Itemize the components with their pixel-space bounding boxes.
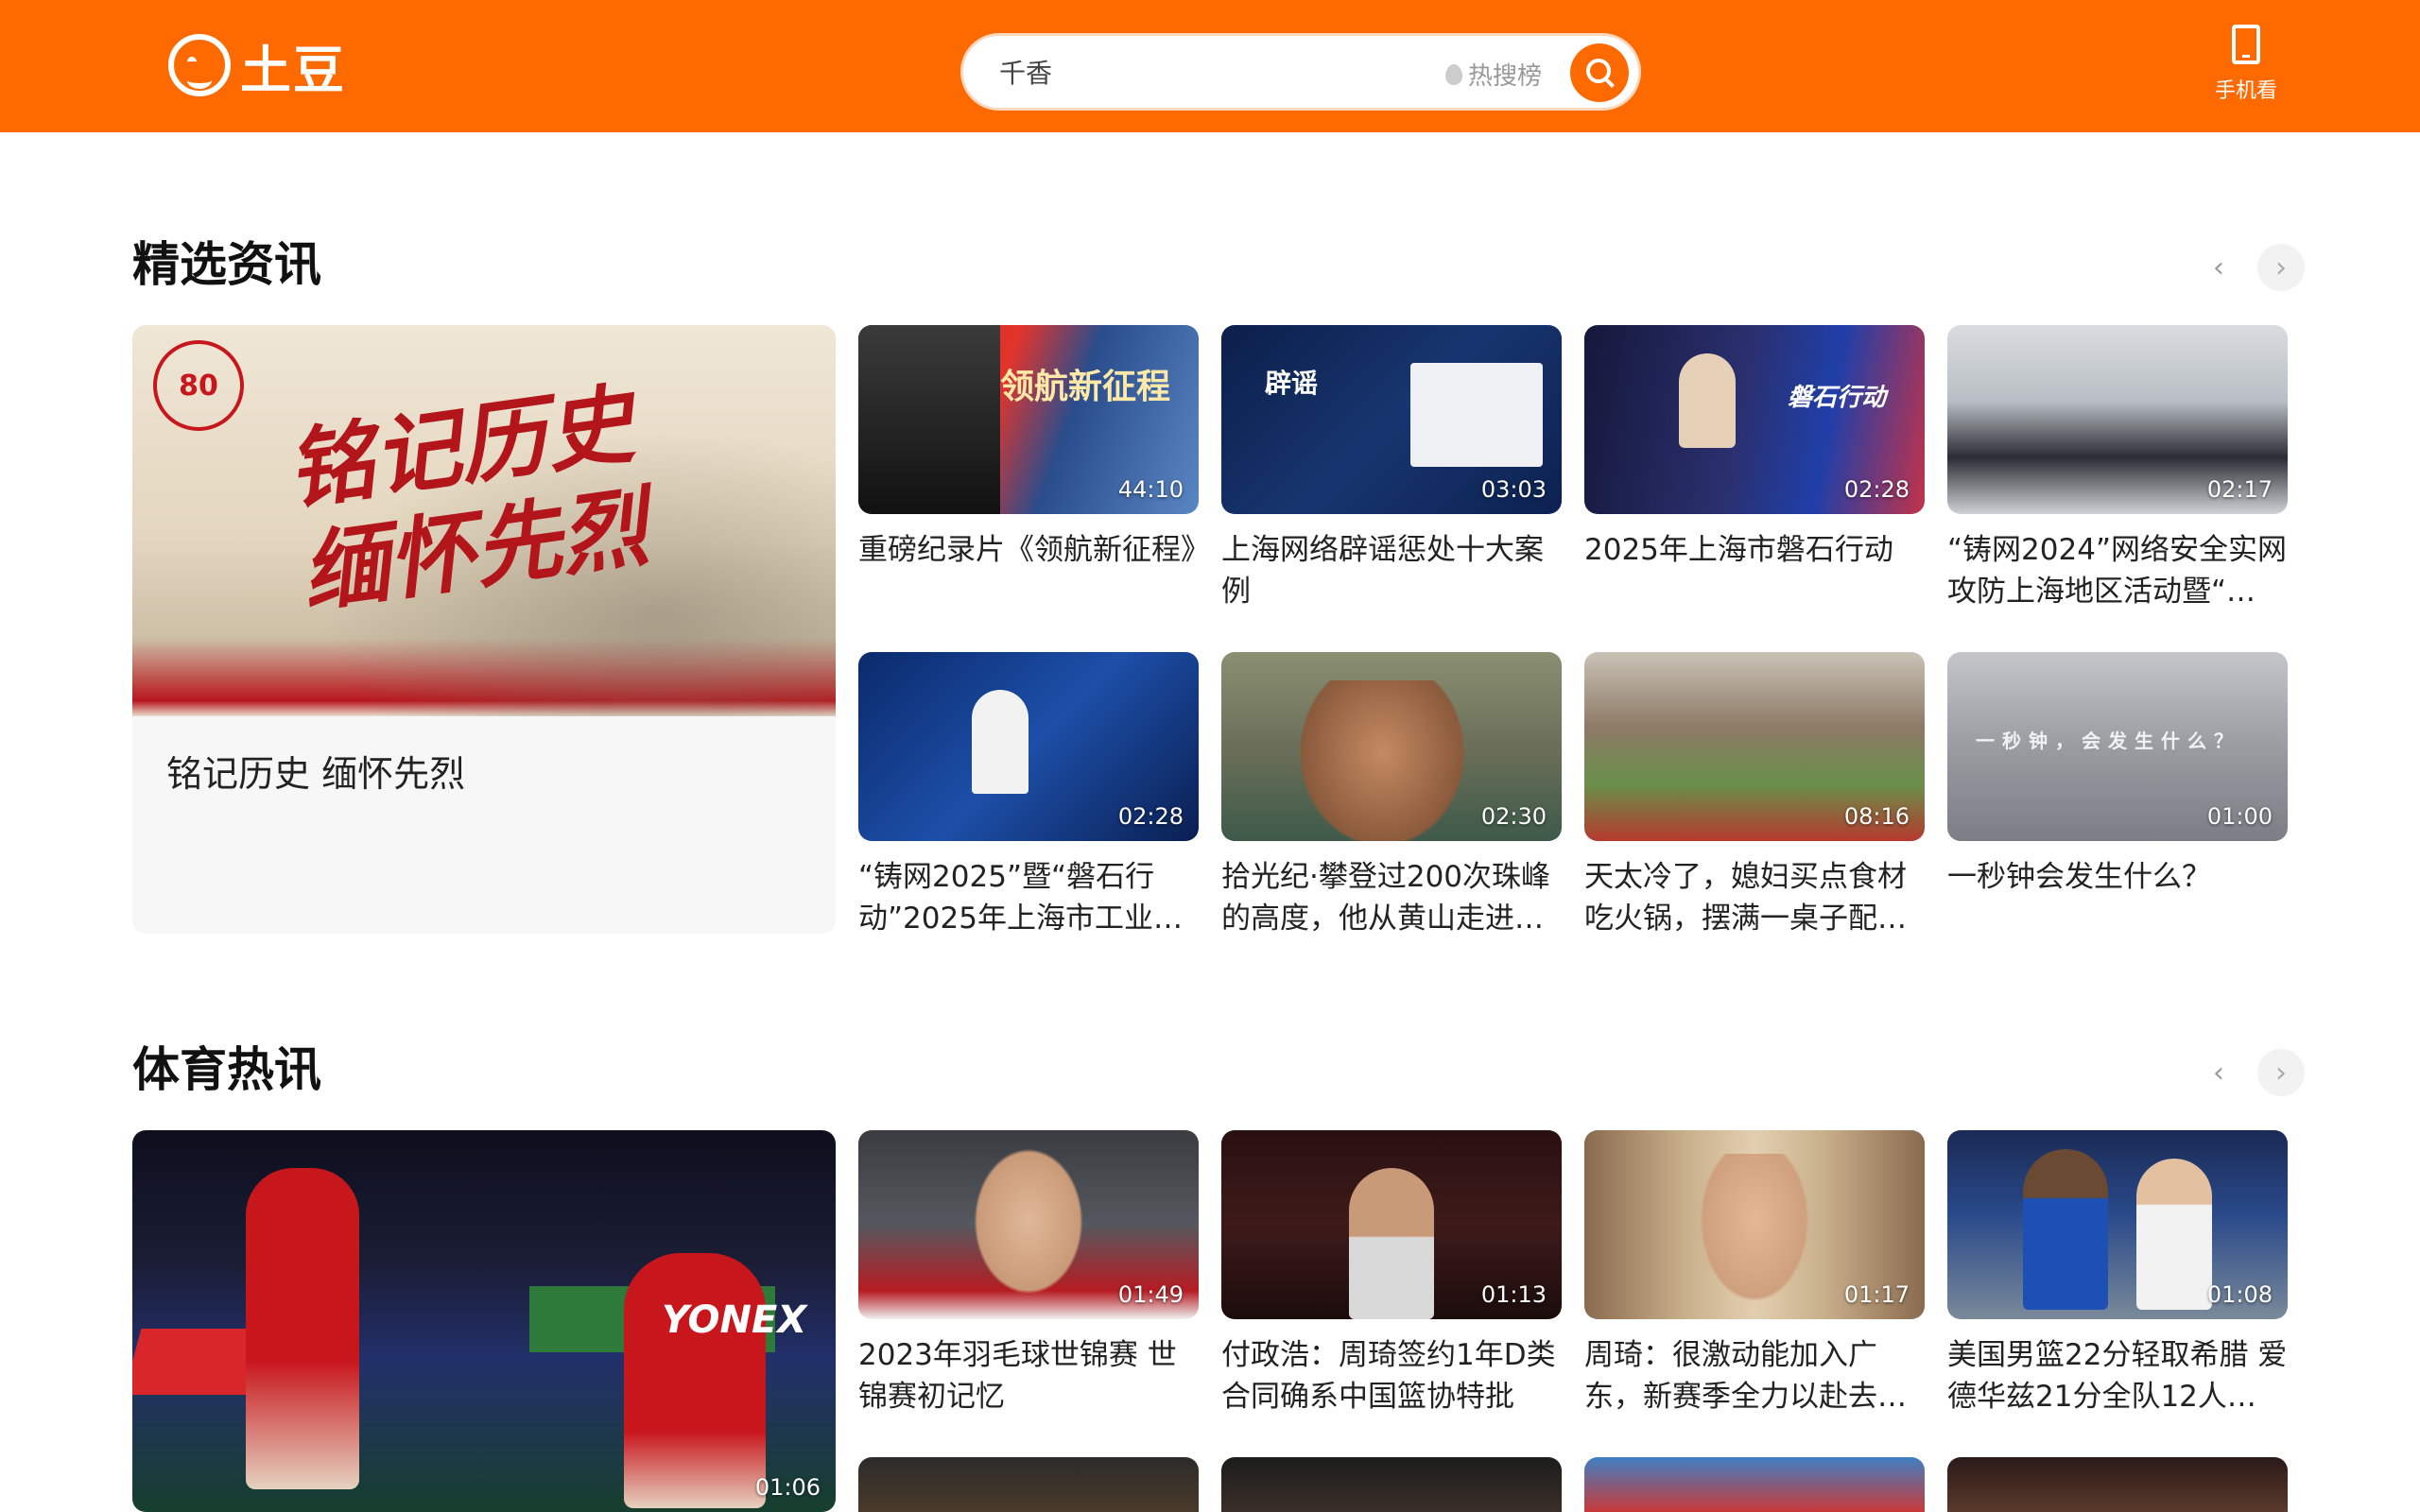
section-title-featured-news: 精选资讯	[132, 237, 321, 292]
search-button[interactable]	[1570, 43, 1629, 102]
video-card[interactable]: 01:08 美国男篮22分轻取希腊 爱德华兹21分全队12人…	[1947, 1130, 2288, 1418]
thumbnail-overlay-text: 领航新征程	[1000, 367, 1171, 406]
mobile-watch-label: 手机看	[2214, 79, 2277, 103]
video-thumbnail[interactable]	[1584, 1457, 1925, 1512]
featured-thumbnail[interactable]: 80 铭记历史缅怀先烈	[132, 325, 836, 716]
video-thumbnail[interactable]: 02:30	[1221, 652, 1562, 841]
video-title: 重磅纪录片《领航新征程》	[858, 533, 1199, 567]
thumbnail-overlay-text: 辟谣	[1265, 368, 1319, 399]
video-card-partial[interactable]	[858, 1457, 1199, 1512]
phone-icon	[2232, 25, 2260, 64]
video-duration: 02:28	[1843, 476, 1910, 503]
video-card-partial[interactable]	[1947, 1457, 2288, 1512]
video-duration: 01:17	[1843, 1281, 1910, 1308]
video-title: 一秒钟会发生什么？	[1947, 860, 2211, 894]
video-card[interactable]: 01:49 2023年羽毛球世锦赛 世锦赛初记忆	[858, 1130, 1199, 1418]
featured-sports-video-card[interactable]: YONEX 01:06	[132, 1130, 836, 1512]
video-card[interactable]: 磐石行动 02:28 2025年上海市磐石行动	[1584, 325, 1925, 612]
video-duration: 03:03	[1480, 476, 1547, 503]
video-thumbnail[interactable]: 领航新征程 44:10	[858, 325, 1199, 514]
search-icon	[1586, 59, 1611, 83]
video-duration: 01:08	[2206, 1281, 2273, 1308]
video-duration: 44:10	[1117, 476, 1184, 503]
prev-arrow-icon[interactable]: ‹	[2195, 1049, 2242, 1096]
next-arrow-icon[interactable]: ›	[2257, 1049, 2305, 1096]
top-header: 土豆 热搜榜 手机看	[0, 0, 2420, 132]
video-title: 周琦：很激动能加入广东，新赛季全力以赴去…	[1584, 1338, 1907, 1414]
tudou-logo[interactable]: 土豆	[168, 32, 346, 100]
section-nav-sports-news: ‹ ›	[2195, 1049, 2305, 1096]
video-thumbnail[interactable]: 08:16	[1584, 652, 1925, 841]
video-thumbnail[interactable]	[858, 1457, 1199, 1512]
video-duration: 01:13	[1480, 1281, 1547, 1308]
video-card-partial[interactable]	[1221, 1457, 1562, 1512]
video-title: 2025年上海市磐石行动	[1584, 533, 1893, 567]
video-thumbnail[interactable]: 磐石行动 02:28	[1584, 325, 1925, 514]
video-thumbnail[interactable]: 辟谣 03:03	[1221, 325, 1562, 514]
anniversary-badge: 80	[153, 340, 244, 431]
video-card[interactable]: 08:16 天太冷了，媳妇买点食材吃火锅，摆满一桌子配…	[1584, 652, 1925, 939]
video-card[interactable]: 02:28 “铸网2025”暨“磐石行动”2025年上海市工业…	[858, 652, 1199, 939]
hot-rank-label: 热搜榜	[1468, 62, 1543, 91]
video-thumbnail[interactable]: 01:13	[1221, 1130, 1562, 1319]
video-duration: 01:49	[1117, 1281, 1184, 1308]
hot-rank-link[interactable]: 热搜榜	[1445, 57, 1542, 92]
video-title: 天太冷了，媳妇买点食材吃火锅，摆满一桌子配…	[1584, 860, 1907, 936]
video-thumbnail[interactable]: 01:08	[1947, 1130, 2288, 1319]
video-card[interactable]: 01:17 周琦：很激动能加入广东，新赛季全力以赴去…	[1584, 1130, 1925, 1418]
video-card-partial[interactable]	[1584, 1457, 1925, 1512]
video-title: 美国男篮22分轻取希腊 爱德华兹21分全队12人…	[1947, 1338, 2288, 1414]
video-thumbnail[interactable]: 02:28	[858, 652, 1199, 841]
video-title: 付政浩：周琦签约1年D类合同确系中国篮协特批	[1221, 1338, 1556, 1414]
next-arrow-icon[interactable]: ›	[2257, 244, 2305, 291]
video-card[interactable]: 01:13 付政浩：周琦签约1年D类合同确系中国篮协特批	[1221, 1130, 1562, 1418]
video-card[interactable]: 02:30 拾光纪·攀登过200次珠峰的高度，他从黄山走进…	[1221, 652, 1562, 939]
featured-video-title: 铭记历史 缅怀先烈	[166, 753, 466, 795]
thumbnail-overlay-text: YONEX	[662, 1298, 807, 1342]
video-thumbnail[interactable]	[1947, 1457, 2288, 1512]
video-card[interactable]: 02:17 “铸网2024”网络安全实网攻防上海地区活动暨“…	[1947, 325, 2288, 612]
video-title: “铸网2024”网络安全实网攻防上海地区活动暨“…	[1947, 533, 2288, 609]
video-duration: 02:28	[1117, 803, 1184, 830]
section-nav-featured-news: ‹ ›	[2195, 244, 2305, 291]
video-duration: 01:06	[754, 1474, 821, 1501]
video-title: 2023年羽毛球世锦赛 世锦赛初记忆	[858, 1338, 1177, 1414]
video-thumbnail[interactable]: 02:17	[1947, 325, 2288, 514]
search-input[interactable]	[999, 53, 1453, 93]
video-thumbnail[interactable]: 一秒钟，会发生什么？ 01:00	[1947, 652, 2288, 841]
flame-icon	[1445, 63, 1462, 85]
video-duration: 08:16	[1843, 803, 1910, 830]
featured-thumbnail[interactable]: YONEX 01:06	[132, 1130, 836, 1512]
video-card[interactable]: 一秒钟，会发生什么？ 01:00 一秒钟会发生什么？	[1947, 652, 2288, 939]
featured-video-card[interactable]: 80 铭记历史缅怀先烈 铭记历史 缅怀先烈	[132, 325, 836, 934]
video-title: 拾光纪·攀登过200次珠峰的高度，他从黄山走进…	[1221, 860, 1551, 936]
video-thumbnail[interactable]: 01:49	[858, 1130, 1199, 1319]
video-card[interactable]: 领航新征程 44:10 重磅纪录片《领航新征程》	[858, 325, 1199, 612]
video-card[interactable]: 辟谣 03:03 上海网络辟谣惩处十大案例	[1221, 325, 1562, 612]
video-duration: 02:17	[2206, 476, 2273, 503]
section-title-sports-news: 体育热讯	[132, 1042, 321, 1097]
video-title: “铸网2025”暨“磐石行动”2025年上海市工业…	[858, 860, 1183, 936]
video-thumbnail[interactable]: 01:17	[1584, 1130, 1925, 1319]
video-thumbnail[interactable]	[1221, 1457, 1562, 1512]
search-box: 热搜榜	[960, 33, 1641, 111]
thumbnail-overlay-text: 一秒钟，会发生什么？	[1976, 730, 2240, 752]
video-duration: 02:30	[1480, 803, 1547, 830]
mobile-watch-button[interactable]: 手机看	[2208, 25, 2284, 104]
video-title: 上海网络辟谣惩处十大案例	[1221, 533, 1544, 609]
thumbnail-overlay-text: 磐石行动	[1788, 384, 1887, 412]
prev-arrow-icon[interactable]: ‹	[2195, 244, 2242, 291]
video-duration: 01:00	[2206, 803, 2273, 830]
tudou-logo-icon	[168, 34, 231, 96]
logo-text: 土豆	[240, 40, 346, 100]
